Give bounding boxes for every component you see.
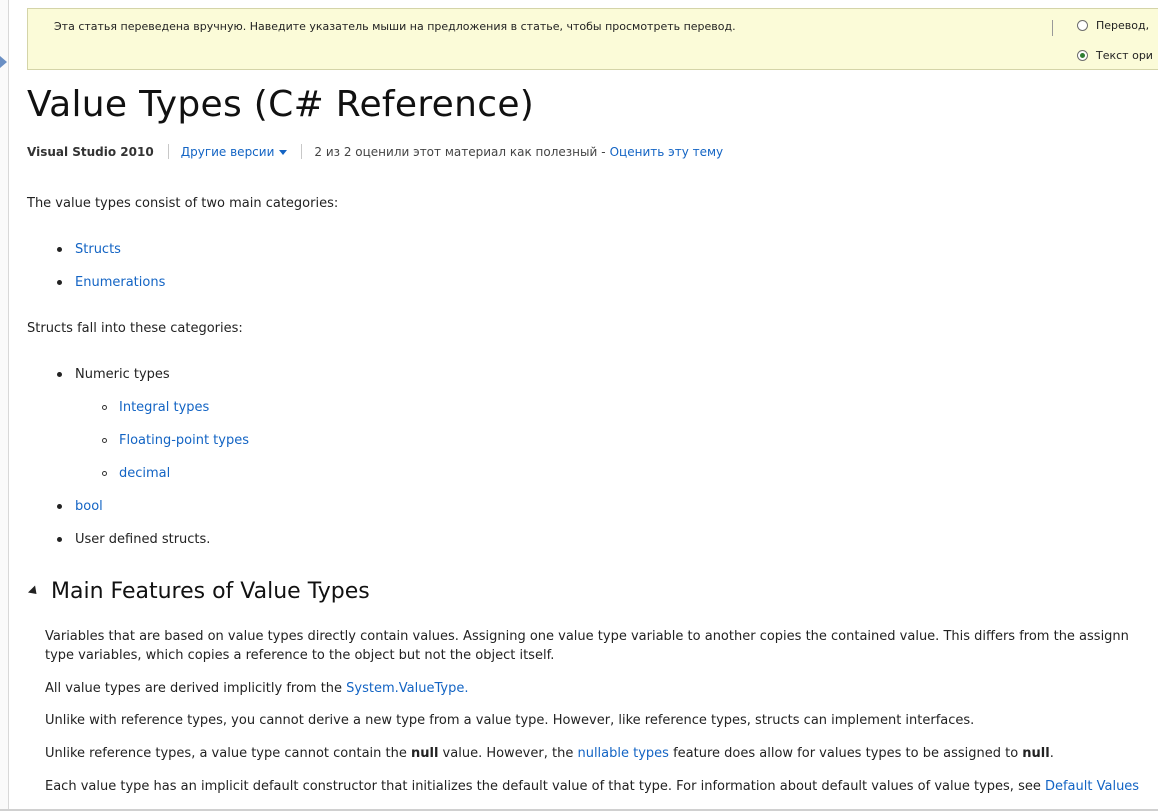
paragraph-1-line-1: Variables that are based on value types … [45,629,1129,644]
bullet-icon [57,372,62,377]
other-versions-dropdown[interactable]: Другие версии [181,145,288,159]
list-item: Enumerations [57,275,165,290]
paragraph-2: All value types are derived implicitly f… [45,679,468,698]
sub-bullet-icon [102,471,107,476]
product-name: Visual Studio 2010 [27,144,154,159]
bullet-icon [57,280,62,285]
floating-point-types-link[interactable]: Floating-point types [119,433,249,448]
paragraph-4-text: value. However, the [438,746,578,761]
radio-translation-label: Перевод [1096,19,1146,32]
integral-types-link[interactable]: Integral types [119,400,209,415]
radio-translation-suffix: , [1145,19,1150,32]
radio-checked-icon[interactable] [1077,50,1088,61]
paragraph-4-text: Unlike reference types, a value type can… [45,746,411,761]
system-valuetype-link[interactable]: System.ValueType. [346,681,468,696]
section-title: Main Features of Value Types [51,579,370,604]
paragraph-4-text: feature does allow for values types to b… [668,746,1023,761]
list-item: Integral types [102,400,209,415]
list-item: Floating-point types [102,433,249,448]
meta-divider [301,144,303,159]
list-item: User defined structs. [57,532,210,547]
numeric-types-label: Numeric types [75,367,170,382]
expand-arrow-icon[interactable] [0,56,7,68]
radio-translation[interactable]: Перевод, [1077,19,1149,32]
list-item: Structs [57,242,121,257]
section-header[interactable]: Main Features of Value Types [27,579,370,604]
user-defined-structs-label: User defined structs. [75,532,211,547]
meta-row: Visual Studio 2010 Другие версии 2 из 2 … [27,144,723,159]
chevron-down-icon [279,149,288,155]
sub-bullet-icon [102,438,107,443]
paragraph-2-text: All value types are derived implicitly f… [45,681,347,696]
list-item: bool [57,499,103,514]
banner-divider [1052,20,1053,36]
paragraph-5: Each value type has an implicit default … [45,777,1139,796]
meta-divider [167,144,169,159]
bullet-icon [57,504,62,509]
intro-text: The value types consist of two main cate… [27,196,339,211]
bool-link[interactable]: bool [75,499,103,514]
paragraph-4: Unlike reference types, a value type can… [45,744,1054,763]
bullet-icon [57,537,62,542]
nullable-types-link[interactable]: nullable types [577,746,668,761]
radio-original-label: Текст ори [1096,49,1153,62]
rate-topic-link[interactable]: Оценить эту тему [610,145,724,159]
other-versions-label: Другие версии [180,144,275,159]
enumerations-link[interactable]: Enumerations [75,275,165,290]
paragraph-3: Unlike with reference types, you cannot … [45,713,975,728]
paragraph-4-end: . [1049,746,1054,761]
radio-unchecked-icon[interactable] [1077,20,1088,31]
null-keyword: null [411,746,439,761]
decimal-link[interactable]: decimal [119,466,170,481]
paragraph-1: Variables that are based on value types … [45,627,1129,665]
sub-bullet-icon [102,405,107,410]
translation-banner: Эта статья переведена вручную. Наведите … [27,8,1158,70]
rating-text: 2 из 2 оценили этот материал как полезны… [314,144,598,159]
list-item: Numeric types [57,367,170,382]
page-title: Value Types (C# Reference) [27,84,535,125]
rating-dash: - [601,144,606,159]
paragraph-5-text: Each value type has an implicit default … [45,779,1045,794]
default-values-link[interactable]: Default Values [1045,779,1139,794]
radio-original[interactable]: Текст ори [1077,49,1153,62]
collapse-triangle-icon[interactable] [27,585,41,598]
left-rail [0,0,9,811]
list-item: decimal [102,466,170,481]
bullet-icon [57,247,62,252]
structs-intro-text: Structs fall into these categories: [27,321,243,336]
paragraph-1-line-2: type variables, which copies a reference… [45,648,555,663]
null-keyword: null [1022,746,1050,761]
structs-link[interactable]: Structs [75,242,121,257]
banner-text: Эта статья переведена вручную. Наведите … [54,20,736,33]
